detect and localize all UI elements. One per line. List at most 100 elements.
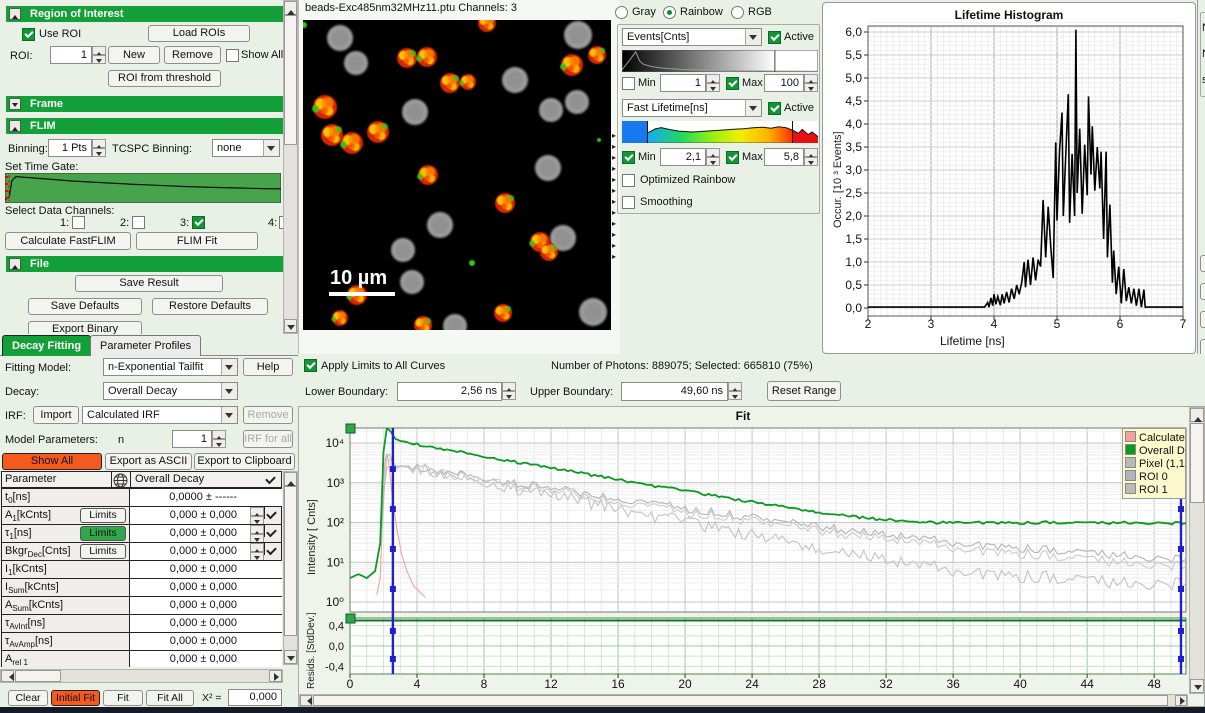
lifetime-min-checkbox[interactable] [622, 151, 635, 164]
limits-button[interactable]: Limits [80, 526, 126, 541]
decay-select[interactable]: Overall Decay [103, 382, 238, 400]
use-roi-checkbox[interactable] [22, 28, 35, 41]
radio-gray[interactable] [615, 6, 628, 19]
chevron-down-icon[interactable] [263, 140, 279, 156]
restore-defaults-button[interactable]: Restore Defaults [152, 298, 268, 315]
smoothing-checkbox[interactable] [622, 196, 635, 209]
radio-rgb[interactable] [731, 6, 744, 19]
clear-button[interactable]: Clear [8, 690, 48, 706]
tab-parameter-profiles[interactable]: Parameter Profiles [90, 335, 201, 356]
help-button[interactable]: Help [243, 358, 293, 376]
upper-boundary-field[interactable]: 49,60 ns [621, 382, 728, 401]
irf-select[interactable]: Calculated IRF [82, 406, 238, 424]
chevron-down-icon[interactable] [745, 100, 761, 116]
param-fixed-check[interactable] [264, 507, 265, 519]
collapse-file-icon[interactable] [9, 258, 21, 270]
n-field[interactable]: 1 [172, 430, 212, 448]
apply-limits-checkbox[interactable] [304, 359, 317, 372]
collapse-frame-icon[interactable] [9, 98, 21, 110]
fit-all-button[interactable]: Fit All [146, 690, 194, 706]
chevron-down-icon[interactable] [745, 29, 761, 45]
show-all-button[interactable]: Show All [2, 453, 102, 470]
param-value[interactable]: 0,000 ± 0,000 [130, 507, 250, 524]
new-roi-button[interactable]: New [108, 46, 160, 64]
fit-button[interactable]: Fit [103, 690, 143, 706]
lifetime-min-spinner[interactable] [706, 148, 720, 166]
lifetime-histogram-bar[interactable] [622, 121, 818, 143]
binning-spinner[interactable] [92, 139, 106, 157]
intensity-channel-select[interactable]: Events[Cnts] [622, 28, 762, 46]
lifetime-min-field[interactable]: 2,1 [660, 148, 706, 166]
param-fixed-check[interactable] [264, 525, 265, 537]
globe-icon[interactable] [113, 473, 128, 488]
save-result-button[interactable]: Save Result [75, 275, 223, 292]
export-binary-button[interactable]: Export Binary [28, 321, 142, 334]
calculate-fastflim-button[interactable]: Calculate FastFLIM [5, 232, 131, 250]
collapse-flim-icon[interactable] [9, 120, 21, 132]
chi-squared-value: 0,000 [228, 689, 282, 706]
channel-2-checkbox[interactable] [132, 216, 145, 229]
intensity-max-checkbox[interactable] [726, 77, 739, 90]
chevron-down-icon[interactable] [221, 359, 237, 375]
param-spinner[interactable] [250, 543, 264, 560]
lower-boundary-field[interactable]: 2,56 ns [397, 382, 502, 401]
parameter-table-hscrollbar[interactable] [0, 669, 283, 683]
intensity-min-field[interactable]: 1 [660, 74, 706, 92]
limits-button[interactable]: Limits [80, 508, 126, 523]
left-panel-scrollbar[interactable] [283, 0, 298, 334]
show-all-rois-checkbox[interactable] [226, 49, 239, 62]
param-spinner[interactable] [250, 525, 264, 542]
intensity-active-checkbox[interactable] [768, 31, 781, 44]
fitting-model-select[interactable]: n-Exponential Tailfit [103, 358, 238, 376]
param-value[interactable]: 0,000 ± 0,000 [130, 525, 250, 542]
lifetime-active-checkbox[interactable] [768, 102, 781, 115]
remove-roi-button[interactable]: Remove [164, 46, 221, 64]
lifetime-max-field[interactable]: 5,8 [764, 148, 804, 166]
lifetime-histogram-chart[interactable]: 2345670,00,51,01,52,02,53,03,54,04,55,05… [823, 3, 1195, 351]
tcspc-binning-select[interactable]: none [212, 139, 280, 157]
initial-fit-button[interactable]: Initial Fit [51, 690, 100, 706]
import-irf-button[interactable]: Import [33, 406, 79, 424]
save-defaults-button[interactable]: Save Defaults [28, 298, 142, 315]
fit-hscrollbar[interactable] [299, 694, 1188, 707]
tick-label: 24 [745, 677, 759, 691]
chevron-down-icon[interactable] [221, 407, 237, 423]
intensity-max-field[interactable]: 100 [764, 74, 804, 92]
param-fixed-check[interactable] [264, 543, 265, 555]
lifetime-channel-select[interactable]: Fast Lifetime[ns] [622, 99, 762, 117]
export-ascii-button[interactable]: Export as ASCII [105, 453, 192, 470]
roi-from-threshold-button[interactable]: ROI from threshold [108, 70, 221, 87]
n-spinner[interactable] [212, 430, 226, 448]
parameter-table-scrollbar[interactable] [283, 471, 298, 665]
reset-range-button[interactable]: Reset Range [767, 381, 841, 401]
export-clipboard-button[interactable]: Export to Clipboard [194, 453, 295, 470]
channel-3-checkbox[interactable] [192, 216, 205, 229]
intensity-histogram-bar[interactable] [622, 50, 818, 72]
fit-vscrollbar[interactable] [1189, 407, 1205, 694]
flim-fit-button[interactable]: FLIM Fit [136, 232, 258, 250]
lifetime-max-checkbox[interactable] [726, 151, 739, 164]
param-value[interactable]: 0,000 ± 0,000 [130, 543, 250, 560]
intensity-max-spinner[interactable] [804, 74, 818, 92]
limits-button[interactable]: Limits [80, 544, 126, 559]
intensity-min-spinner[interactable] [706, 74, 720, 92]
flim-image[interactable]: 10 µm [303, 20, 611, 330]
optimized-rainbow-checkbox[interactable] [622, 174, 635, 187]
time-gate-plot[interactable] [5, 173, 281, 203]
tab-decay-fitting[interactable]: Decay Fitting [2, 335, 91, 356]
upper-boundary-spinner[interactable] [728, 382, 742, 401]
load-rois-button[interactable]: Load ROIs [148, 25, 250, 42]
binning-field[interactable]: 1 Pts [48, 139, 92, 157]
fit-chart[interactable]: 0481216202428323640444810⁴10³10²10¹10⁰0,… [298, 406, 1188, 694]
channel-1-checkbox[interactable] [72, 216, 85, 229]
param-spinner[interactable] [250, 507, 264, 524]
roi-number-field[interactable]: 1 [50, 46, 92, 64]
lifetime-max-spinner[interactable] [804, 148, 818, 166]
chevron-down-icon[interactable] [221, 383, 237, 399]
legend-item: ROI 1 [1125, 483, 1185, 496]
radio-rainbow[interactable] [663, 6, 676, 19]
roi-number-spinner[interactable] [92, 46, 106, 64]
collapse-roi-icon[interactable] [9, 8, 21, 20]
intensity-min-checkbox[interactable] [622, 77, 635, 90]
lower-boundary-spinner[interactable] [502, 382, 516, 401]
